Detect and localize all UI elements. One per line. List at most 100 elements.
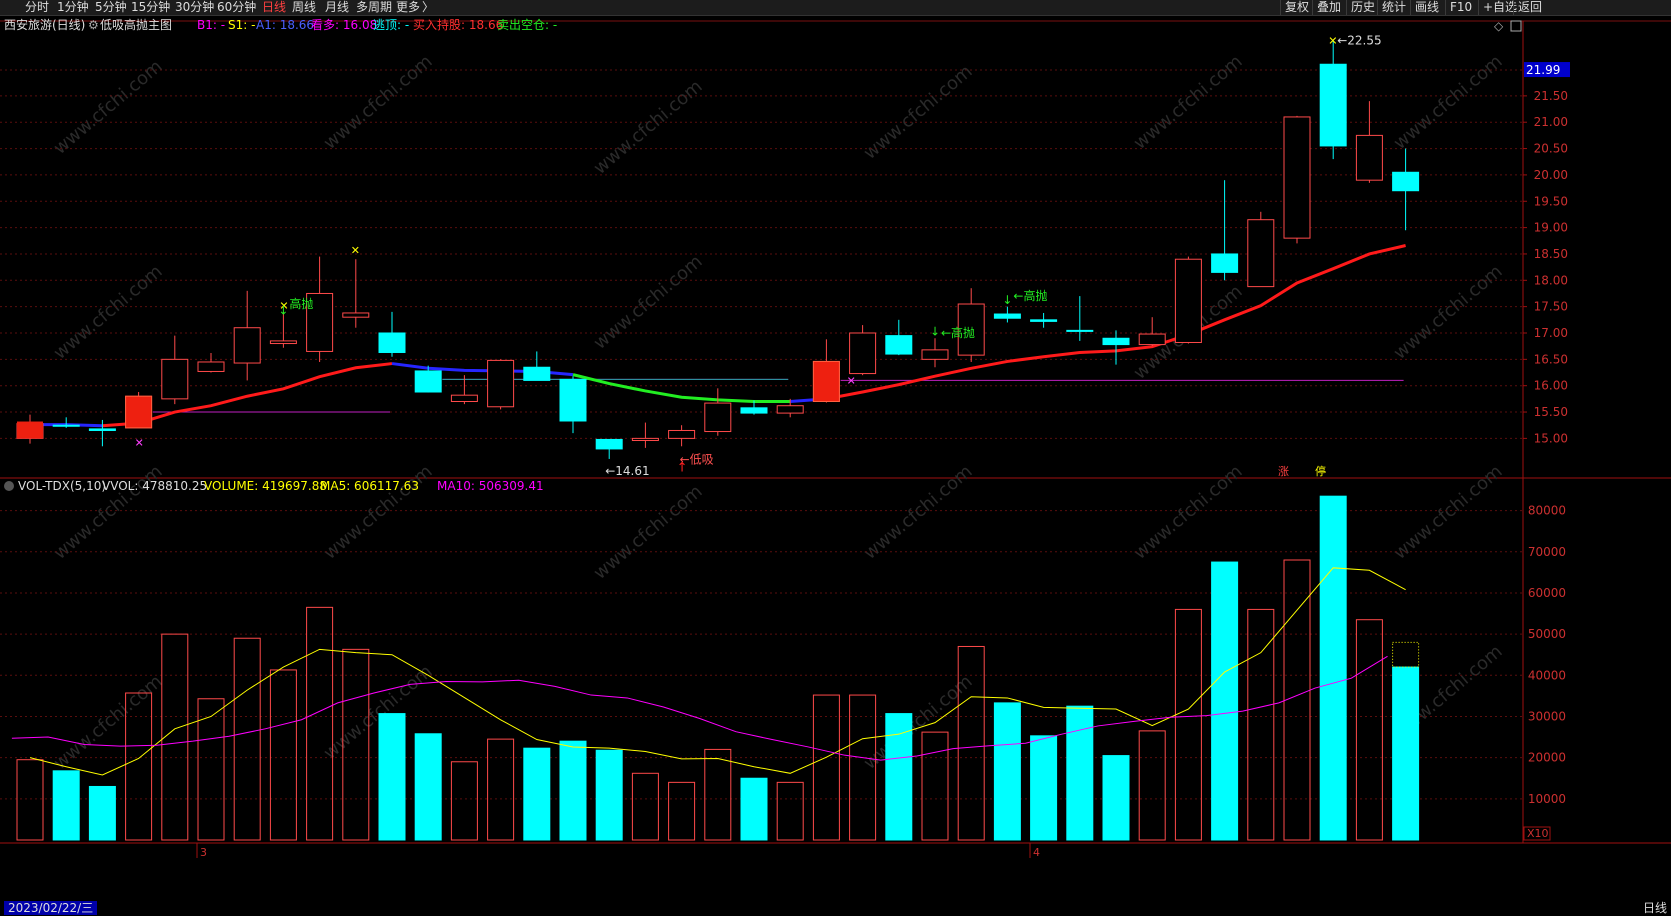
ma5-value: MA5: 606117.63 — [320, 479, 419, 493]
candle-body-24 — [885, 335, 913, 355]
volume-bar-36 — [1319, 495, 1347, 841]
vol-name: VOL-TDX(5,10) — [18, 479, 106, 493]
watermark-7: www.cfchi.com — [590, 251, 707, 354]
watermark-9: www.cfchi.com — [1390, 261, 1507, 364]
price-ma-segment-4 — [572, 373, 791, 403]
watermark-12: www.cfchi.com — [590, 481, 707, 584]
candle-body-38 — [1392, 171, 1420, 192]
watermark-3: www.cfchi.com — [860, 61, 977, 164]
price-tick-label-12: 15.50 — [1534, 405, 1568, 419]
period-label: 日线 — [1642, 901, 1667, 915]
vol-tick-label-3: 50000 — [1528, 627, 1566, 641]
volume-bar-8 — [306, 606, 334, 841]
watermark-14: www.cfchi.com — [1130, 461, 1247, 564]
candle-body-6 — [233, 327, 261, 364]
candle-body-1 — [52, 424, 80, 427]
watermark-6: www.cfchi.com — [50, 261, 167, 364]
volume-bar-14 — [523, 747, 551, 841]
watermark-11: www.cfchi.com — [320, 461, 437, 564]
volume-bar-15 — [559, 740, 587, 841]
green-arrow-icon-0: ↓ — [278, 304, 288, 318]
buy-cross-icon-2: ✕ — [847, 374, 856, 387]
high-label: ←22.55 — [1337, 34, 1381, 48]
volume-bar-21 — [776, 781, 804, 841]
price-tick-label-0: 21.50 — [1534, 89, 1568, 103]
volume-value: VOLUME: 419697.88 — [204, 479, 327, 493]
volume-bar-11 — [414, 733, 442, 841]
high-marker-icon: ✕ — [1328, 35, 1337, 48]
candle-body-5 — [197, 361, 225, 372]
candle-body-17 — [631, 437, 659, 441]
month-label-0: 3 — [200, 846, 207, 859]
vol-tick-label-7: 10000 — [1528, 792, 1566, 806]
watermark-10: www.cfchi.com — [50, 461, 167, 564]
volume-bar-32 — [1174, 608, 1202, 841]
volume-bar-27 — [993, 702, 1021, 841]
price-tick-label-5: 19.00 — [1534, 221, 1568, 235]
kanduo-value: 看多: 16.08 — [311, 18, 377, 32]
month-label-1: 4 — [1033, 846, 1040, 859]
candle-body-25 — [921, 349, 949, 360]
low-label: ←14.61 — [605, 464, 649, 478]
buy-candle-22 — [812, 360, 840, 402]
volume-bar-7 — [269, 669, 297, 841]
vol-tick-label-4: 40000 — [1528, 668, 1566, 682]
green-arrow-icon-2: ↓ — [1002, 293, 1012, 307]
candle-body-20 — [740, 407, 768, 414]
volume-estimate — [1392, 641, 1420, 668]
s1-value: S1: - — [228, 18, 255, 32]
volume-bar-10 — [378, 713, 406, 841]
candle-body-18 — [668, 429, 696, 439]
watermark-15: www.cfchi.com — [1390, 461, 1507, 564]
vol-tick-label-5: 30000 — [1528, 709, 1566, 723]
candle-body-27 — [993, 313, 1021, 319]
vol-tick-label-0: 80000 — [1528, 504, 1566, 518]
chart-area: www.cfchi.com www.cfchi.com www.cfchi.com w… — [0, 17, 1671, 859]
date-label: 2023/02/22/三 — [4, 901, 98, 915]
volume-bar-6 — [233, 637, 261, 841]
candle-body-28 — [1030, 319, 1058, 322]
watermark-5: www.cfchi.com — [1390, 51, 1507, 154]
volume-bar-38 — [1392, 666, 1420, 841]
volume-bar-2 — [88, 785, 116, 841]
stock-name: 西安旅游(日线) — [4, 17, 85, 32]
vol-unit-label: X10 — [1527, 827, 1549, 840]
price-tick-label-2: 20.50 — [1534, 142, 1568, 156]
indicator-gear-icon: ⚙ — [88, 18, 99, 32]
price-ma-segment-6 — [826, 244, 1406, 401]
price-tick-label-4: 19.50 — [1534, 194, 1568, 208]
volume-bar-25 — [921, 731, 949, 841]
price-tick-label-9: 17.00 — [1534, 326, 1568, 340]
volume-bar-35 — [1283, 559, 1311, 841]
volume-bar-17 — [631, 772, 659, 841]
candle-body-19 — [704, 402, 732, 433]
window-icon — [1510, 20, 1522, 32]
volume-bar-33 — [1211, 561, 1239, 841]
gaopao-label-3: ←高抛 — [1013, 288, 1047, 303]
candle-body-15 — [559, 378, 587, 422]
volume-ma5-line — [29, 567, 1406, 776]
candle-body-31 — [1138, 333, 1166, 346]
candle-body-9 — [342, 312, 370, 318]
candle-body-13 — [487, 359, 515, 408]
price-tick-label-3: 20.00 — [1534, 168, 1568, 182]
watermark-2: www.cfchi.com — [590, 76, 707, 179]
maichu-value: 卖出空仓: - — [497, 18, 557, 32]
price-tick-label-10: 16.50 — [1534, 352, 1568, 366]
gaopao-label-1: 高抛 — [289, 296, 313, 311]
candle-body-23 — [849, 332, 877, 375]
vol-tick-label-6: 20000 — [1528, 751, 1566, 765]
candle-body-12 — [450, 394, 478, 402]
a1-value: A1: 18.66 — [256, 18, 314, 32]
current-price-label: 21.99 — [1526, 63, 1560, 77]
price-tick-label-7: 18.00 — [1534, 273, 1568, 287]
mairu-value: 买入持股: 18.66 — [413, 17, 503, 32]
candle-body-7 — [269, 340, 297, 345]
candle-body-35 — [1283, 116, 1311, 239]
candle-body-29 — [1066, 329, 1094, 332]
candle-body-4 — [161, 358, 189, 400]
candle-body-10 — [378, 332, 406, 353]
b1-value: B1: - — [197, 18, 225, 32]
volume-bar-0 — [16, 759, 44, 841]
candle-body-36 — [1319, 63, 1347, 147]
